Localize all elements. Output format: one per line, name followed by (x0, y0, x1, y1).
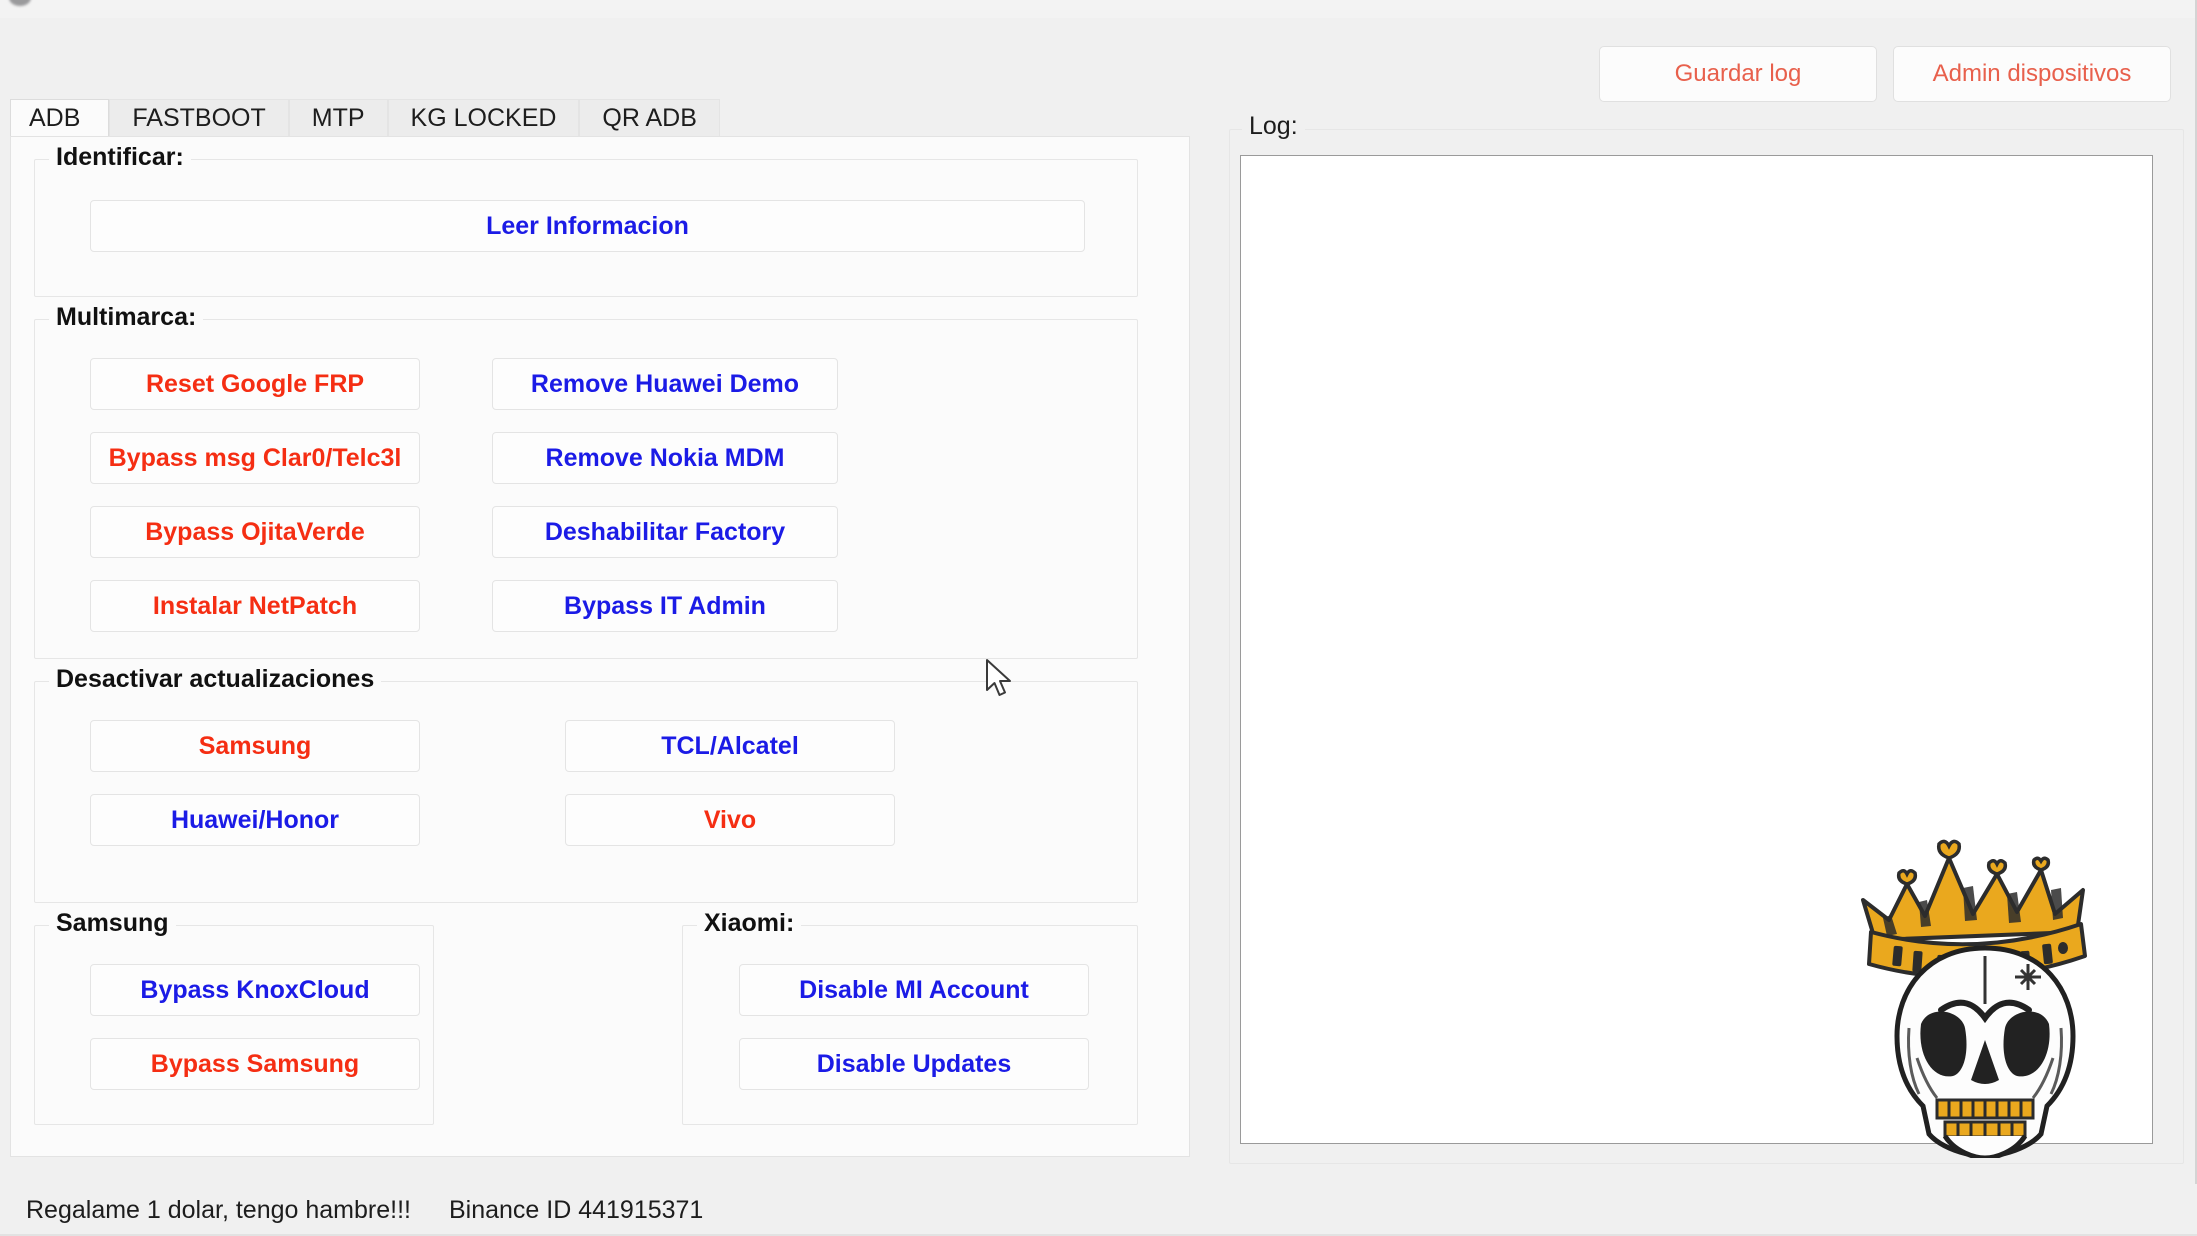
group-samsung: Samsung Bypass KnoxCloud Bypass Samsung (34, 909, 434, 1125)
group-xiaomi-title: Xiaomi: (697, 909, 802, 938)
toolbar: Guardar log Admin dispositivos (1599, 46, 2171, 102)
tab-kg-locked[interactable]: KG LOCKED (387, 99, 580, 137)
tab-qr-adb[interactable]: QR ADB (579, 99, 720, 137)
disable-mi-account-button[interactable]: Disable MI Account (739, 964, 1089, 1016)
window-top-strip (0, 0, 2197, 18)
log-textarea[interactable] (1240, 155, 2153, 1144)
bypass-samsung-button[interactable]: Bypass Samsung (90, 1038, 420, 1090)
bypass-ojitaverde-button[interactable]: Bypass OjitaVerde (90, 506, 420, 558)
guardar-log-button[interactable]: Guardar log (1599, 46, 1877, 102)
desactivar-samsung-button[interactable]: Samsung (90, 720, 420, 772)
group-desactivar-title: Desactivar actualizaciones (49, 665, 382, 694)
status-bar: Regalame 1 dolar, tengo hambre!!! Binanc… (0, 1184, 2197, 1236)
group-multimarca-title: Multimarca: (49, 303, 204, 332)
adb-tab-panel: Identificar: Leer Informacion Multimarca… (10, 136, 1190, 1157)
leer-informacion-button[interactable]: Leer Informacion (90, 200, 1085, 252)
admin-dispositivos-button[interactable]: Admin dispositivos (1893, 46, 2171, 102)
bypass-it-admin-button[interactable]: Bypass IT Admin (492, 580, 838, 632)
bypass-msg-claro-telcel-button[interactable]: Bypass msg Clar0/Telc3l (90, 432, 420, 484)
disable-updates-button[interactable]: Disable Updates (739, 1038, 1089, 1090)
group-multimarca: Multimarca: Reset Google FRP Bypass msg … (34, 303, 1138, 659)
donation-text: Regalame 1 dolar, tengo hambre!!! (26, 1195, 411, 1224)
remove-huawei-demo-button[interactable]: Remove Huawei Demo (492, 358, 838, 410)
tab-bar: ADB FASTBOOT MTP KG LOCKED QR ADB (10, 99, 1190, 137)
remove-nokia-mdm-button[interactable]: Remove Nokia MDM (492, 432, 838, 484)
deshabilitar-factory-button[interactable]: Deshabilitar Factory (492, 506, 838, 558)
reset-google-frp-button[interactable]: Reset Google FRP (90, 358, 420, 410)
group-desactivar-actualizaciones: Desactivar actualizaciones Samsung Huawe… (34, 665, 1138, 903)
tab-fastboot[interactable]: FASTBOOT (109, 99, 289, 137)
log-content (1241, 156, 2152, 168)
group-samsung-title: Samsung (49, 909, 176, 938)
group-xiaomi: Xiaomi: Disable MI Account Disable Updat… (682, 909, 1138, 1125)
group-identificar-title: Identificar: (49, 143, 191, 172)
bypass-knoxcloud-button[interactable]: Bypass KnoxCloud (90, 964, 420, 1016)
group-identificar: Identificar: Leer Informacion (34, 143, 1138, 297)
group-log-title: Log: (1242, 112, 1305, 141)
desactivar-huawei-honor-button[interactable]: Huawei/Honor (90, 794, 420, 846)
desactivar-vivo-button[interactable]: Vivo (565, 794, 895, 846)
tab-mtp[interactable]: MTP (288, 99, 388, 137)
tab-adb[interactable]: ADB (10, 99, 110, 137)
instalar-netpatch-button[interactable]: Instalar NetPatch (90, 580, 420, 632)
desactivar-tcl-alcatel-button[interactable]: TCL/Alcatel (565, 720, 895, 772)
binance-id-text: Binance ID 441915371 (448, 1195, 704, 1224)
application-window: Guardar log Admin dispositivos ADB FASTB… (0, 0, 2197, 1236)
